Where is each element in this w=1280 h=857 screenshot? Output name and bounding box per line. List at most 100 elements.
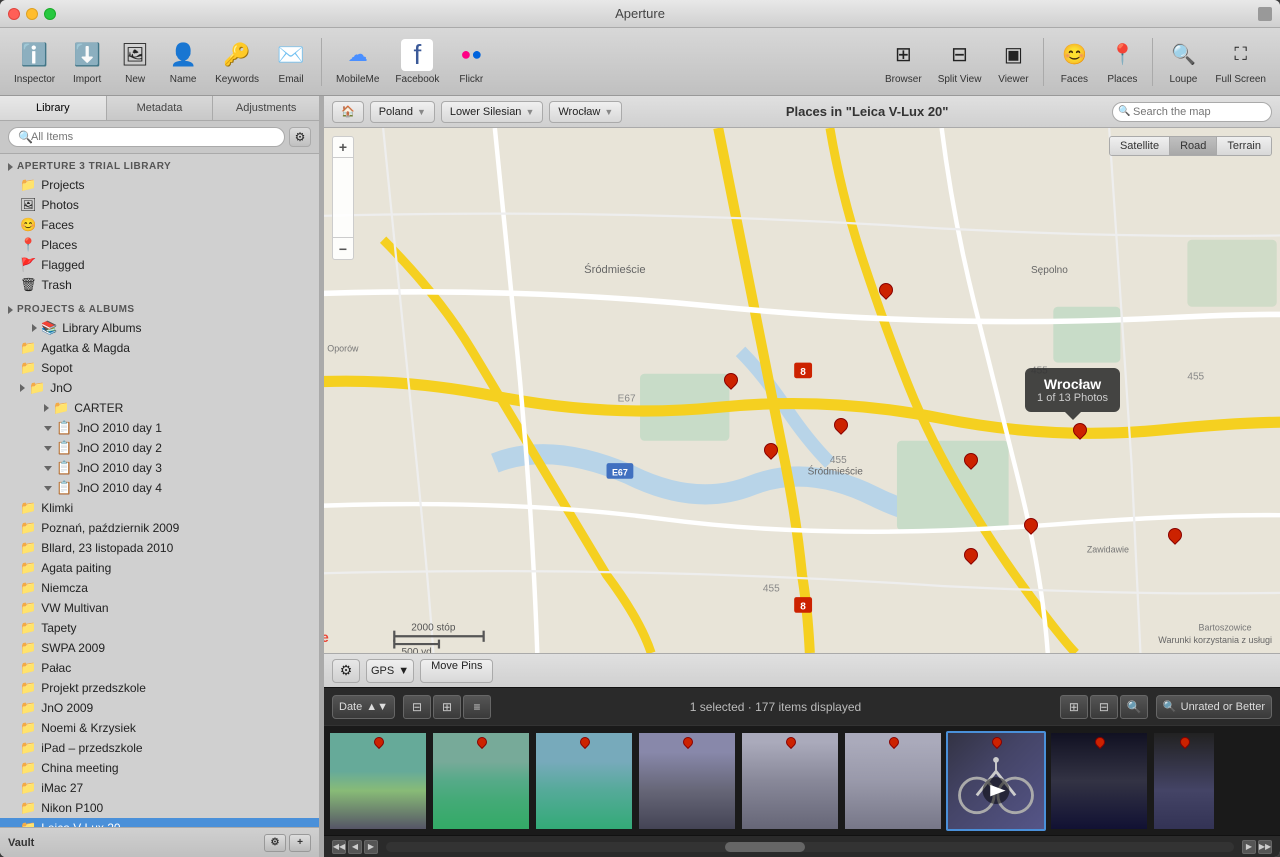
zoom-slider[interactable] [332, 158, 354, 238]
sidebar-item-agatka-magda[interactable]: 📁 Agatka & Magda [0, 338, 319, 358]
thumbnail-5[interactable] [740, 731, 840, 831]
city-breadcrumb-button[interactable]: Wrocław ▼ [549, 101, 622, 123]
sidebar-item-jno2009[interactable]: 📁 JnO 2009 [0, 698, 319, 718]
new-button[interactable]: 🖼 New [113, 35, 157, 89]
map-pin-8[interactable] [964, 548, 976, 564]
jno-day1-triangle[interactable] [44, 426, 52, 431]
expand-button[interactable] [1258, 7, 1272, 21]
sidebar-item-imac27[interactable]: 📁 iMac 27 [0, 778, 319, 798]
sidebar-item-niemcza[interactable]: 📁 Niemcza [0, 578, 319, 598]
scroll-next-button[interactable]: ▶ [364, 840, 378, 854]
sidebar-item-poznan[interactable]: 📁 Poznań, październik 2009 [0, 518, 319, 538]
filmstrip-grid-button[interactable]: ⊞ [1060, 695, 1088, 719]
mobileme-button[interactable]: ☁ MobileMe [330, 35, 385, 89]
thumbnail-3[interactable] [534, 731, 634, 831]
thumbnail-2[interactable] [431, 731, 531, 831]
view-grid-button[interactable]: ⊞ [433, 695, 461, 719]
map-pin-5[interactable] [964, 453, 976, 469]
home-breadcrumb-button[interactable]: 🏠 [332, 101, 364, 123]
sidebar-item-palac[interactable]: 📁 Pałac [0, 658, 319, 678]
sidebar-item-jno-day3[interactable]: 📋 JnO 2010 day 3 [0, 458, 319, 478]
sidebar-item-projects[interactable]: 📁 Projects [0, 175, 319, 195]
map-settings-button[interactable]: ⚙ [332, 659, 360, 683]
sidebar-item-photos[interactable]: 🖼 Photos [0, 195, 319, 215]
map-pin-2[interactable] [724, 373, 736, 389]
country-breadcrumb-button[interactable]: Poland ▼ [370, 101, 435, 123]
thumbnail-7[interactable] [946, 731, 1046, 831]
places-button[interactable]: 📍 Places [1100, 35, 1144, 89]
faces-button[interactable]: 😊 Faces [1052, 35, 1096, 89]
carter-triangle[interactable] [44, 404, 49, 412]
sidebar-item-jno[interactable]: 📁 JnO [0, 378, 319, 398]
search-input[interactable] [8, 127, 285, 147]
move-pins-button[interactable]: Move Pins [420, 659, 493, 683]
vault-settings-button[interactable]: ⚙ [264, 834, 286, 852]
sidebar-item-jno-day2[interactable]: 📋 JnO 2010 day 2 [0, 438, 319, 458]
tab-library[interactable]: Library [0, 96, 107, 120]
sidebar-item-jno-day4[interactable]: 📋 JnO 2010 day 4 [0, 478, 319, 498]
jno-triangle[interactable] [20, 384, 25, 392]
sidebar-item-nikon[interactable]: 📁 Nikon P100 [0, 798, 319, 818]
scroll-right-button[interactable]: ▶ [1242, 840, 1256, 854]
map-pin-7[interactable] [1168, 528, 1180, 544]
thumbnail-1[interactable] [328, 731, 428, 831]
jno-day4-triangle[interactable] [44, 486, 52, 491]
name-button[interactable]: 👤 Name [161, 35, 205, 89]
scroll-last-button[interactable]: ▶▶ [1258, 840, 1272, 854]
rating-select[interactable]: 🔍 Unrated or Better [1156, 695, 1272, 719]
filmstrip-strip-button[interactable]: ⊟ [1090, 695, 1118, 719]
flickr-button[interactable]: ●● Flickr [449, 35, 493, 89]
sidebar-item-swpa2009[interactable]: 📁 SWPA 2009 [0, 638, 319, 658]
sidebar-item-agata-paiting[interactable]: 📁 Agata paiting [0, 558, 319, 578]
sidebar-item-klimki[interactable]: 📁 Klimki [0, 498, 319, 518]
sidebar-item-carter[interactable]: 📁 CARTER [0, 398, 319, 418]
sidebar-item-jno-day1[interactable]: 📋 JnO 2010 day 1 [0, 418, 319, 438]
sidebar-item-projekt[interactable]: 📁 Projekt przedszkole [0, 678, 319, 698]
sidebar-item-flagged[interactable]: 🚩 Flagged [0, 255, 319, 275]
sidebar-item-noemi[interactable]: 📁 Noemi & Krzysiek [0, 718, 319, 738]
sidebar-item-library-albums[interactable]: 📚 Library Albums [0, 318, 319, 338]
view-list-button[interactable]: ≡ [463, 695, 491, 719]
sidebar-item-sopot[interactable]: 📁 Sopot [0, 358, 319, 378]
jno-day2-triangle[interactable] [44, 446, 52, 451]
filmstrip-scrollbar[interactable] [386, 842, 1234, 852]
sidebar-item-china[interactable]: 📁 China meeting [0, 758, 319, 778]
map-pin-3[interactable] [764, 443, 776, 459]
satellite-button[interactable]: Satellite [1110, 137, 1170, 155]
filmstrip-scrollbar-thumb[interactable] [725, 842, 805, 852]
email-button[interactable]: ✉️ Email [269, 35, 313, 89]
view-single-button[interactable]: ⊟ [403, 695, 431, 719]
jno-day3-triangle[interactable] [44, 466, 52, 471]
inspector-button[interactable]: ℹ️ Inspector [8, 35, 61, 89]
maximize-button[interactable] [44, 8, 56, 20]
facebook-button[interactable]: f Facebook [389, 35, 445, 89]
map-search-input[interactable] [1112, 102, 1272, 122]
tab-metadata[interactable]: Metadata [107, 96, 214, 120]
zoom-out-button[interactable]: − [332, 238, 354, 260]
filmstrip-zoom-button[interactable]: 🔍 [1120, 695, 1148, 719]
tab-adjustments[interactable]: Adjustments [213, 96, 319, 120]
library-triangle[interactable] [8, 163, 13, 171]
sidebar-item-bllard[interactable]: 📁 Bllard, 23 listopada 2010 [0, 538, 319, 558]
close-button[interactable] [8, 8, 20, 20]
thumbnail-4[interactable] [637, 731, 737, 831]
keywords-button[interactable]: 🔑 Keywords [209, 35, 265, 89]
library-albums-triangle[interactable] [32, 324, 37, 332]
map-pin-6[interactable] [1024, 518, 1036, 534]
sidebar-item-ipad[interactable]: 📁 iPad – przedszkole [0, 738, 319, 758]
sidebar-item-leica[interactable]: 📁 Leica V-Lux 20 [0, 818, 319, 827]
map-pin-active[interactable] [1073, 423, 1085, 439]
thumbnail-6[interactable] [843, 731, 943, 831]
viewer-button[interactable]: ▣ Viewer [991, 35, 1035, 89]
gps-select[interactable]: GPS ▼ [366, 659, 414, 683]
map-pin-1[interactable] [879, 283, 891, 299]
sidebar-item-trash[interactable]: 🗑 Trash [0, 275, 319, 295]
vault-add-button[interactable]: + [289, 834, 311, 852]
loupe-button[interactable]: 🔍 Loupe [1161, 35, 1205, 89]
search-gear-button[interactable]: ⚙ [289, 127, 311, 147]
map-pin-4[interactable] [834, 418, 846, 434]
region-breadcrumb-button[interactable]: Lower Silesian ▼ [441, 101, 543, 123]
terrain-button[interactable]: Terrain [1217, 137, 1271, 155]
sidebar-item-places[interactable]: 📍 Places [0, 235, 319, 255]
fullscreen-button[interactable]: ⛶ Full Screen [1209, 35, 1272, 89]
